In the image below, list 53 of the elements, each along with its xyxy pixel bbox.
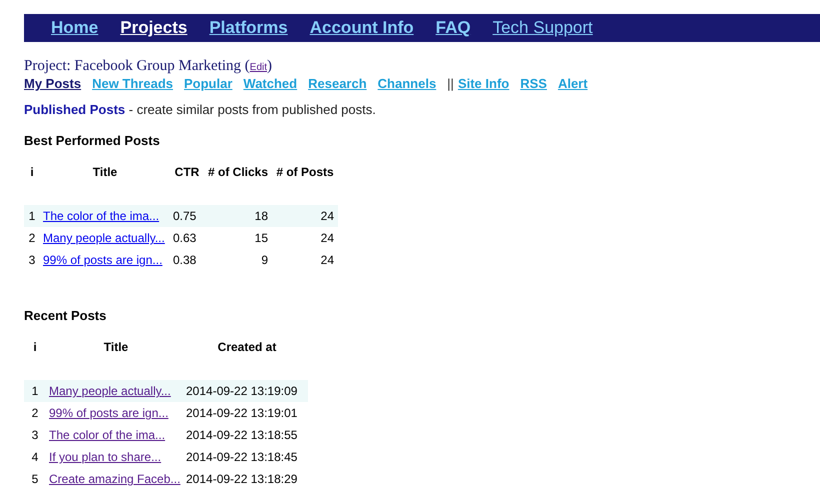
nav-link[interactable]: FAQ — [436, 15, 471, 41]
table-cell: 24 — [320, 253, 334, 267]
table-cell: 24 — [320, 209, 334, 223]
table-cell: 2 — [28, 231, 36, 245]
parenthesis: ( — [244, 58, 250, 75]
table-cell: 2014-09-22 13:18:29 — [186, 472, 298, 486]
column-header: i — [33, 340, 37, 354]
separator: || — [447, 76, 454, 92]
table-cell: 2014-09-22 13:18:45 — [186, 450, 298, 464]
sub-navigation-link[interactable]: My Posts — [24, 76, 82, 92]
column-header: i — [30, 165, 34, 179]
post-link[interactable]: 99% of posts are ign... — [43, 253, 162, 267]
post-link[interactable]: If you plan to share... — [49, 450, 162, 464]
table-cell: 5 — [32, 472, 38, 486]
column-header: Title — [92, 165, 118, 179]
section-heading: Recent Posts — [24, 308, 108, 324]
table-cell: 0.63 — [173, 231, 196, 245]
column-header: Created at — [218, 340, 276, 354]
edit-link[interactable]: Edit — [250, 59, 268, 76]
nav-link[interactable]: Projects — [120, 15, 188, 41]
table-cell: 15 — [254, 231, 268, 245]
table-cell: 2 — [32, 406, 38, 420]
column-header: # of Posts — [276, 165, 334, 179]
table-cell: 2014-09-22 13:19:09 — [186, 384, 298, 398]
post-link[interactable]: The color of the ima... — [49, 428, 166, 442]
table-cell: 2014-09-22 13:18:55 — [186, 428, 298, 442]
table-cell: 3 — [32, 428, 38, 442]
table-cell: 4 — [32, 450, 38, 464]
post-link[interactable]: Many people actually... — [43, 231, 165, 245]
table-cell: 3 — [28, 253, 36, 267]
table-cell: 2014-09-22 13:19:01 — [186, 406, 298, 420]
table-cell: 24 — [320, 231, 334, 245]
table-cell: 0.38 — [173, 253, 196, 267]
nav-link[interactable]: Account Info — [310, 15, 414, 41]
nav-link[interactable]: Home — [51, 15, 98, 41]
column-header: Title — [104, 340, 128, 354]
nav-link[interactable]: Platforms — [209, 15, 288, 41]
table-cell: 1 — [32, 384, 38, 398]
parenthesis: ) — [267, 58, 272, 75]
post-link[interactable]: The color of the ima... — [43, 209, 160, 223]
table-cell: 1 — [28, 209, 36, 223]
column-header: CTR — [174, 165, 200, 179]
table-cell: 18 — [254, 209, 268, 223]
column-header: # of Clicks — [208, 165, 268, 179]
post-link[interactable]: 99% of posts are ign... — [49, 406, 168, 420]
table-cell: 0.75 — [173, 209, 196, 223]
nav-link[interactable]: Tech Support — [492, 15, 593, 41]
intro-text: Published Posts - create similar posts from published posts. — [24, 102, 377, 118]
section-heading: Best Performed Posts — [24, 133, 161, 149]
project-title: Project: Facebook Group Marketing — [24, 58, 242, 75]
post-link[interactable]: Many people actually... — [49, 384, 171, 398]
table-cell: 9 — [261, 253, 268, 267]
post-link[interactable]: Create amazing Faceb... — [49, 472, 180, 486]
